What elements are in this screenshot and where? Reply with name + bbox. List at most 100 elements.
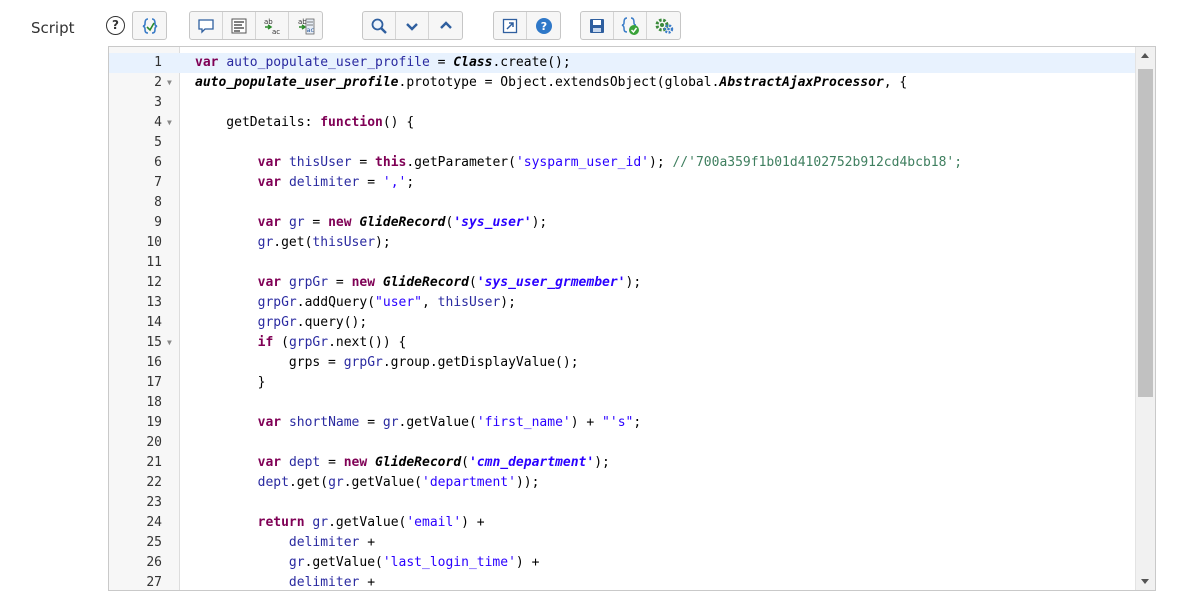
script-field-label: Script (31, 19, 75, 37)
svg-text:?: ? (540, 20, 546, 33)
svg-text:ac: ac (272, 28, 280, 36)
debug-settings-icon[interactable] (647, 12, 680, 39)
code-line[interactable]: 21 var dept = new GlideRecord('cmn_depar… (109, 453, 1155, 473)
line-number: 10 (146, 235, 162, 250)
help-icon[interactable]: ? (527, 12, 560, 39)
svg-text:ac: ac (306, 26, 314, 34)
search-icon[interactable] (363, 12, 396, 39)
code-line[interactable]: 20 (109, 433, 1155, 453)
line-number: 7 (154, 175, 162, 190)
line-number: 21 (146, 455, 162, 470)
code-text: var thisUser = this.getParameter('syspar… (257, 155, 963, 170)
toolbar-group-format (132, 11, 167, 40)
scroll-up-icon[interactable] (1141, 53, 1149, 58)
scrollbar-thumb[interactable] (1138, 69, 1153, 397)
line-number: 15 (146, 335, 162, 350)
code-line[interactable]: 27 delimiter + (109, 573, 1155, 590)
code-line[interactable]: 24 return gr.getValue('email') + (109, 513, 1155, 533)
save-icon[interactable] (581, 12, 614, 39)
code-text: grpGr.query(); (257, 315, 368, 330)
replace-icon[interactable]: ab ac (256, 12, 289, 39)
code-text: grpGr.addQuery("user", thisUser); (257, 295, 516, 310)
code-line[interactable]: 26 gr.getValue('last_login_time') + (109, 553, 1155, 573)
code-text: dept.get(gr.getValue('department')); (257, 475, 540, 490)
code-text: grps = grpGr.group.getDisplayValue(); (195, 355, 579, 370)
search-previous-icon[interactable] (429, 12, 462, 39)
format-align-icon[interactable] (223, 12, 256, 39)
code-line[interactable]: 22 dept.get(gr.getValue('department')); (109, 473, 1155, 493)
line-number: 22 (146, 475, 162, 490)
line-number: 19 (146, 415, 162, 430)
code-line[interactable]: 16 grps = grpGr.group.getDisplayValue(); (109, 353, 1155, 373)
line-number: 24 (146, 515, 162, 530)
code-line[interactable]: 10 gr.get(thisUser); (109, 233, 1155, 253)
code-text: } (195, 375, 266, 390)
line-number: 9 (154, 215, 162, 230)
line-number: 14 (146, 315, 162, 330)
code-line[interactable]: 1 var auto_populate_user_profile = Class.… (109, 53, 1155, 73)
code-line[interactable]: 23 (109, 493, 1155, 513)
code-line[interactable]: 17 } (109, 373, 1155, 393)
line-number: 20 (146, 435, 162, 450)
code-text: gr.get(thisUser); (257, 235, 391, 250)
code-text: var gr = new GlideRecord('sys_user'); (257, 215, 548, 230)
code-line[interactable]: 4 ▼ getDetails: function() { (109, 113, 1155, 133)
code-line[interactable]: 19 var shortName = gr.getValue('first_na… (109, 413, 1155, 433)
code-text: var auto_populate_user_profile = Class.c… (195, 55, 571, 70)
code-text: var delimiter = ','; (257, 175, 415, 190)
code-line[interactable]: 8 (109, 193, 1155, 213)
line-number: 8 (154, 195, 162, 210)
fold-toggle-icon[interactable]: ▼ (167, 113, 172, 133)
line-number: 26 (146, 555, 162, 570)
fold-toggle-icon[interactable]: ▼ (167, 333, 172, 353)
code-line[interactable]: 12 var grpGr = new GlideRecord('sys_user… (109, 273, 1155, 293)
code-text: getDetails: function() { (195, 115, 415, 130)
line-number: 5 (154, 135, 162, 150)
code-line[interactable]: 25 delimiter + (109, 533, 1155, 553)
code-line[interactable]: 18 (109, 393, 1155, 413)
code-text: if (grpGr.next()) { (257, 335, 407, 350)
line-number: 1 (154, 55, 162, 70)
code-line[interactable]: 3 (109, 93, 1155, 113)
toolbar-group-view: ? (493, 11, 561, 40)
line-number: 27 (146, 575, 162, 590)
code-line[interactable]: 2 ▼ auto_populate_user_profile.prototype =… (109, 73, 1155, 93)
code-text: var dept = new GlideRecord('cmn_departme… (257, 455, 610, 470)
fold-toggle-icon[interactable]: ▼ (167, 73, 172, 93)
code-lines: 1 var auto_populate_user_profile = Class.… (109, 53, 1155, 590)
code-line[interactable]: 7 var delimiter = ','; (109, 173, 1155, 193)
fullscreen-icon[interactable] (494, 12, 527, 39)
field-help-icon[interactable]: ? (106, 16, 125, 35)
code-text: auto_populate_user_profile.prototype = O… (195, 75, 908, 90)
code-line[interactable]: 11 (109, 253, 1155, 273)
line-number: 11 (146, 255, 162, 270)
line-number: 3 (154, 95, 162, 110)
replace-all-icon[interactable]: ab ac (289, 12, 322, 39)
line-number: 12 (146, 275, 162, 290)
code-text: return gr.getValue('email') + (257, 515, 485, 530)
toolbar-group-save (580, 11, 681, 40)
script-editor[interactable]: 1 var auto_populate_user_profile = Class.… (108, 46, 1156, 591)
code-line[interactable]: 13 grpGr.addQuery("user", thisUser); (109, 293, 1155, 313)
code-text: delimiter + (288, 575, 376, 590)
line-number: 2 (154, 75, 162, 90)
code-line[interactable]: 6 var thisUser = this.getParameter('sysp… (109, 153, 1155, 173)
search-next-icon[interactable] (396, 12, 429, 39)
comment-icon[interactable] (190, 12, 223, 39)
code-text: delimiter + (288, 535, 376, 550)
toolbar-group-edit: ab ac ab ac (189, 11, 323, 40)
check-script-icon[interactable] (614, 12, 647, 39)
code-line[interactable]: 9 var gr = new GlideRecord('sys_user'); (109, 213, 1155, 233)
code-line[interactable]: 5 (109, 133, 1155, 153)
line-number: 4 (154, 115, 162, 130)
line-number: 18 (146, 395, 162, 410)
code-line[interactable]: 15 ▼ if (grpGr.next()) { (109, 333, 1155, 353)
line-number: 6 (154, 155, 162, 170)
code-line[interactable]: 14 grpGr.query(); (109, 313, 1155, 333)
toolbar-group-search (362, 11, 463, 40)
scroll-down-icon[interactable] (1141, 579, 1149, 584)
vertical-scrollbar[interactable] (1135, 47, 1155, 590)
format-code-icon[interactable] (133, 12, 166, 39)
line-number: 13 (146, 295, 162, 310)
line-number: 17 (146, 375, 162, 390)
